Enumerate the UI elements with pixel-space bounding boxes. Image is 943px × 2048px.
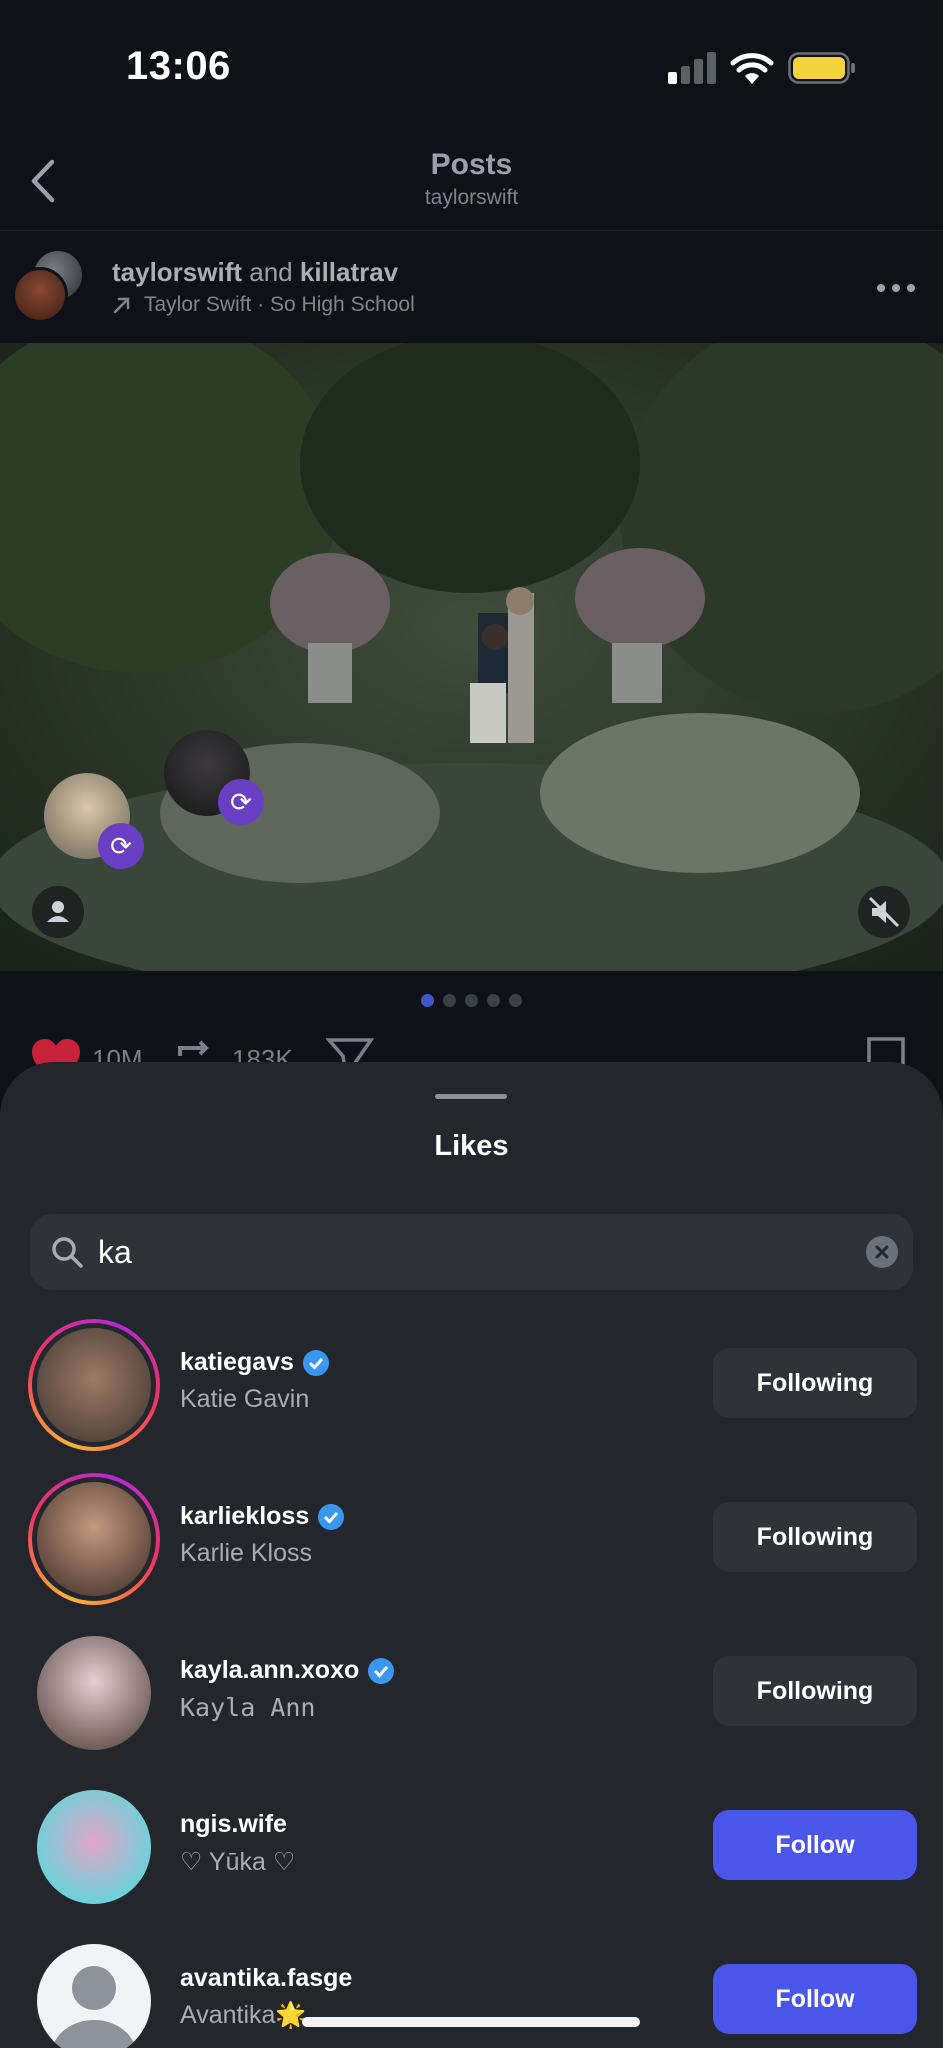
search-bar[interactable]: [30, 1214, 913, 1290]
sheet-grabber[interactable]: [435, 1094, 507, 1099]
list-item[interactable]: karliekloss Karlie Kloss Following: [0, 1462, 943, 1616]
list-item[interactable]: kayla.ann.xoxo Kayla Ann Following: [0, 1616, 943, 1770]
full-name: Katie Gavin: [180, 1385, 310, 1413]
avatar[interactable]: [28, 1319, 160, 1451]
username-text: ngis.wife: [180, 1810, 287, 1838]
carousel-dot: [421, 994, 434, 1007]
carousel-dot: [465, 994, 478, 1007]
page-title: Posts: [430, 148, 513, 181]
clear-search-icon[interactable]: [866, 1236, 898, 1268]
author-joiner: and: [249, 257, 293, 287]
full-name: Avantika🌟: [180, 2001, 307, 2029]
music-attribution[interactable]: Taylor Swift · So High School: [112, 293, 415, 317]
avatar-author[interactable]: [12, 267, 68, 323]
username[interactable]: kayla.ann.xoxo: [180, 1656, 395, 1685]
post-authors[interactable]: taylorswift and killatrav: [112, 257, 398, 288]
list-item[interactable]: ngis.wife ♡ Yūka ♡ Follow: [0, 1770, 943, 1924]
carousel-indicator: [0, 994, 943, 1014]
post-photo[interactable]: ⟳ ⟳: [0, 343, 943, 971]
repost-badge-icon: ⟳: [218, 779, 264, 825]
post-header: taylorswift and killatrav Taylor Swift ·…: [0, 230, 943, 342]
avatar[interactable]: [28, 1781, 160, 1913]
avatar[interactable]: [28, 1473, 160, 1605]
garden-proposal-image: [0, 343, 943, 971]
username[interactable]: karliekloss: [180, 1502, 345, 1531]
cellular-signal-icon: [668, 52, 716, 84]
verified-badge-icon: [368, 1657, 395, 1684]
home-indicator[interactable]: [302, 2017, 640, 2027]
carousel-dot: [487, 994, 500, 1007]
username-text: karliekloss: [180, 1502, 310, 1530]
nav-header: Posts taylorswift: [0, 130, 943, 230]
following-button[interactable]: Following: [713, 1656, 917, 1726]
search-input[interactable]: [98, 1226, 858, 1278]
follow-button[interactable]: Follow: [713, 1810, 917, 1880]
carousel-dot: [509, 994, 522, 1007]
username[interactable]: avantika.fasge: [180, 1964, 352, 1993]
following-button[interactable]: Following: [713, 1502, 917, 1572]
full-name: ♡ Yūka ♡: [180, 1848, 296, 1876]
list-item[interactable]: katiegavs Katie Gavin Following: [0, 1308, 943, 1462]
page-subtitle: taylorswift: [424, 186, 519, 209]
full-name: Karlie Kloss: [180, 1539, 312, 1567]
arrow-up-right-icon: [113, 297, 130, 314]
song-label: Taylor Swift · So High School: [144, 293, 415, 316]
likes-sheet: Likes katiegavs Katie Gavin Following ka…: [0, 1062, 943, 2048]
search-icon: [52, 1237, 83, 1268]
wifi-icon: [730, 53, 774, 84]
username-text: kayla.ann.xoxo: [180, 1656, 360, 1684]
verified-badge-icon: [318, 1503, 345, 1530]
list-item[interactable]: avantika.fasge Avantika🌟 Follow: [0, 1924, 943, 2048]
mute-icon[interactable]: [858, 886, 910, 938]
full-name: Kayla Ann: [180, 1693, 316, 1722]
avatar[interactable]: [28, 1935, 160, 2048]
follow-button[interactable]: Follow: [713, 1964, 917, 2034]
username-text: katiegavs: [180, 1348, 294, 1376]
status-bar: 13:06: [0, 0, 943, 130]
verified-badge-icon: [302, 1349, 329, 1376]
coauthor-username[interactable]: killatrav: [300, 257, 398, 287]
battery-icon: [788, 52, 855, 84]
carousel-dot: [443, 994, 456, 1007]
more-options-icon[interactable]: [876, 283, 916, 293]
following-button[interactable]: Following: [713, 1348, 917, 1418]
avatar[interactable]: [28, 1627, 160, 1759]
username-text: avantika.fasge: [180, 1964, 353, 1992]
tags-person-icon[interactable]: [32, 886, 84, 938]
author-username[interactable]: taylorswift: [112, 257, 242, 287]
default-avatar-icon: [52, 1966, 136, 2048]
status-time: 13:06: [126, 44, 231, 88]
username[interactable]: katiegavs: [180, 1348, 330, 1377]
repost-badge-icon: ⟳: [98, 823, 144, 869]
sheet-title: Likes: [434, 1130, 509, 1162]
username[interactable]: ngis.wife: [180, 1810, 287, 1839]
